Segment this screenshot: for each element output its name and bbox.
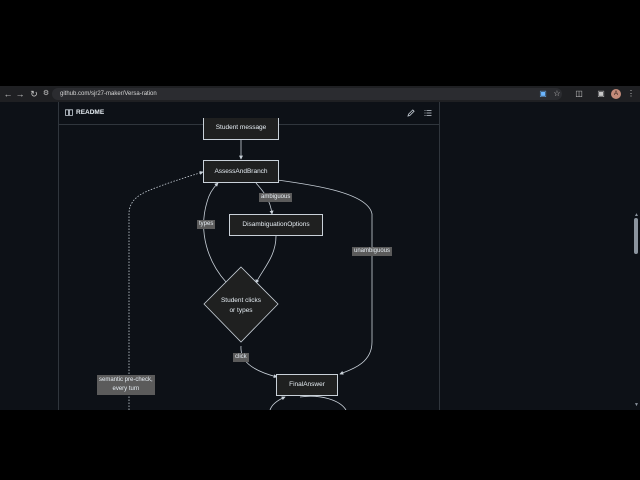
menu-kebab-icon[interactable]: ⋮ <box>626 89 636 99</box>
edge-types <box>203 182 227 283</box>
decision-label: Student clicks or types <box>210 296 272 316</box>
edge-options-to-decision <box>255 235 277 284</box>
edge-label-types: types <box>197 220 216 229</box>
page-scrollbar[interactable] <box>632 102 640 410</box>
scroll-down-arrow-icon[interactable]: ▼ <box>634 402 639 408</box>
edge-label-precheck-line1: semantic pre-check, <box>99 377 153 383</box>
letterbox-bottom <box>0 410 640 480</box>
decision-label-line1: Student clicks <box>220 297 262 304</box>
install-app-icon[interactable]: ▣ <box>538 89 548 99</box>
node-student-message: Student message <box>203 118 279 140</box>
extensions-icon[interactable]: ◫ <box>574 89 584 99</box>
flowchart-diagram <box>128 140 373 410</box>
address-bar[interactable]: github.com/sjr27-maker/Versa-ration <box>52 88 562 100</box>
node-final-answer: FinalAnswer <box>276 374 338 396</box>
scrollbar-thumb[interactable] <box>634 218 638 254</box>
edge-label-precheck-line2: every turn <box>112 386 140 392</box>
edge-final-out <box>299 395 347 410</box>
edge-label-ambiguous: ambiguous <box>259 193 293 202</box>
edge-final-in <box>269 396 286 410</box>
tab-search-icon[interactable]: ▣ <box>596 89 606 99</box>
url-text: github.com/sjr27-maker/Versa-ration <box>60 91 157 97</box>
browser-toolbar: ← → ↻ ⚙ github.com/sjr27-maker/Versa-rat… <box>0 86 640 102</box>
node-assess-and-branch: AssessAndBranch <box>203 160 279 183</box>
edge-label-click: click <box>233 353 249 362</box>
avatar[interactable]: A <box>611 89 621 99</box>
page-viewport: README Student message AssessAndBranch D… <box>0 102 640 410</box>
edge-label-unambiguous: unambiguous <box>352 247 393 256</box>
decision-label-line2: or types <box>229 307 253 314</box>
edge-unambiguous <box>261 177 373 375</box>
edge-label-precheck: semantic pre-check, every turn <box>97 375 155 395</box>
node-disambiguation-options: DisambiguationOptions <box>229 214 323 236</box>
bookmark-star-icon[interactable]: ☆ <box>552 89 562 99</box>
